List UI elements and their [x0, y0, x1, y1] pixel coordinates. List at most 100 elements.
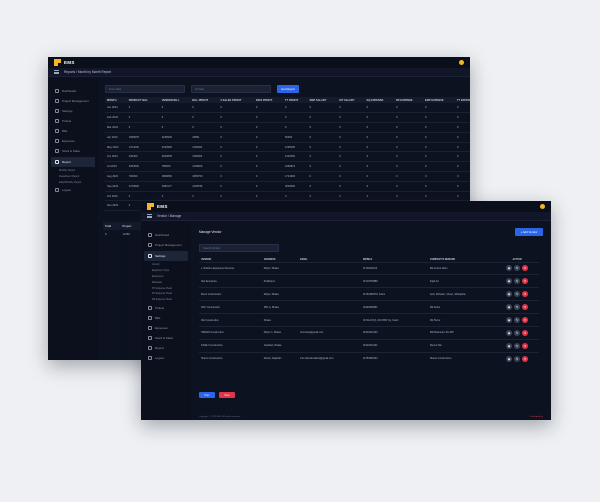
delete-icon[interactable]: ✕: [522, 317, 529, 323]
folder-icon: [55, 99, 59, 103]
edit-icon[interactable]: ✎: [514, 291, 521, 298]
table-cell: 0: [253, 161, 283, 173]
sidebar-item-label: Dashboard: [62, 89, 77, 93]
table-cell: 0: [307, 151, 338, 163]
delete-icon[interactable]: ✕: [522, 291, 529, 298]
delete-icon[interactable]: ✕: [522, 355, 529, 362]
wallet-icon: [148, 325, 152, 330]
sidebar-item-label: Tickets: [62, 119, 72, 123]
action-buttons: ◉ ✎ ✕: [506, 265, 529, 272]
chart-icon: [55, 160, 59, 164]
sidebar-item-report[interactable]: Report: [141, 343, 191, 353]
table-cell: 0: [159, 191, 191, 202]
view-icon[interactable]: ◉: [506, 329, 513, 336]
table-cell: 0: [282, 122, 308, 133]
sidebar-item-stock-sales[interactable]: Stock & Sales: [141, 333, 191, 343]
sidebar-item-tickets[interactable]: Tickets: [48, 116, 98, 126]
edit-icon[interactable]: ✎: [514, 342, 521, 349]
table-cell: 3940805: [159, 151, 191, 163]
table-cell: May 2023: [105, 142, 127, 153]
sidebar-item-label: Dashboard: [155, 233, 170, 237]
delete-icon[interactable]: ✕: [522, 329, 529, 336]
sidebar-item-settings[interactable]: Settings: [48, 106, 98, 116]
user-avatar-icon[interactable]: [540, 204, 545, 209]
to-date-input[interactable]: To Date: [191, 85, 271, 93]
edit-icon[interactable]: ✎: [514, 265, 521, 272]
table-cell: 0: [105, 232, 107, 236]
table-cell: Mirpur, Dhaka: [261, 261, 299, 275]
table-cell: 0: [393, 161, 424, 173]
sidebar-item-label: Report: [62, 160, 71, 164]
delete-icon[interactable]: ✕: [522, 342, 529, 349]
sidebar-item-expenses[interactable]: Expenses: [141, 323, 191, 333]
dashboard-icon: [148, 233, 152, 237]
table-cell: [298, 287, 361, 301]
search-input[interactable]: Search Vendor: [199, 244, 279, 252]
edit-icon[interactable]: ✎: [514, 304, 521, 311]
hamburger-menu-icon[interactable]: [147, 214, 152, 218]
table-cell: 0: [393, 151, 424, 163]
view-icon[interactable]: ◉: [506, 304, 513, 311]
table-cell: 2166536: [190, 181, 219, 192]
table-cell: 0: [337, 103, 365, 114]
view-icon[interactable]: ◉: [506, 278, 513, 285]
edit-icon[interactable]: ✎: [514, 355, 521, 362]
table-cell: 0: [337, 112, 365, 124]
table-cell: 0: [454, 171, 470, 182]
developer-credit[interactable]: Developed by: [530, 416, 543, 418]
prev-button[interactable]: Prev: [199, 392, 215, 398]
table-cell: Munna Tak: [427, 338, 496, 353]
table-cell: 0: [253, 132, 283, 143]
table-cell: 01710578888: [360, 274, 428, 288]
user-avatar-icon[interactable]: [459, 60, 464, 65]
sidebar-item-label: Settings: [155, 254, 166, 258]
sidebar-item-settings[interactable]: Settings: [144, 251, 188, 261]
sidebar-item-logout[interactable]: Logout: [48, 185, 98, 195]
sidebar-item-dashboard[interactable]: Dashboard: [141, 230, 191, 240]
get-report-button[interactable]: Get Report: [277, 85, 299, 93]
sidebar-item-stock-sales[interactable]: Stock & Sales: [48, 146, 98, 156]
add-vendor-button[interactable]: + Add Vendor: [515, 228, 543, 236]
table-cell: 0: [393, 122, 424, 133]
table-cell: 0: [218, 161, 254, 173]
next-button[interactable]: Next: [219, 392, 235, 398]
table-row: Oct 20230000000000000: [105, 191, 470, 202]
sidebar-item-expenses[interactable]: Expenses: [48, 136, 98, 146]
delete-icon[interactable]: ✕: [522, 278, 529, 285]
edit-icon[interactable]: ✎: [514, 317, 521, 323]
sidebar-item-logout[interactable]: Logout: [141, 353, 191, 363]
sidebar-item-report[interactable]: Report: [51, 157, 95, 167]
footer: Copyright © 2023 EMS. All rights reserve…: [141, 414, 551, 420]
file-icon: [55, 129, 59, 133]
delete-icon[interactable]: ✕: [522, 265, 529, 272]
sidebar-item-project-management[interactable]: Project Management: [48, 96, 98, 106]
table-cell: Jan 2023: [105, 103, 127, 114]
delete-icon[interactable]: ✕: [522, 304, 529, 311]
table-cell: 0: [190, 103, 219, 114]
logo[interactable]: EMS: [141, 203, 195, 210]
sidebar-item-project-management[interactable]: Project Management: [141, 240, 191, 250]
edit-icon[interactable]: ✎: [514, 329, 521, 336]
view-icon[interactable]: ◉: [506, 342, 513, 349]
table-cell: 0: [190, 191, 219, 202]
table-cell: 1665678: [126, 132, 160, 143]
view-icon[interactable]: ◉: [506, 355, 513, 362]
view-icon[interactable]: ◉: [506, 291, 513, 298]
sidebar-item-dashboard[interactable]: Dashboard: [48, 86, 98, 96]
table-cell: 0: [307, 181, 338, 192]
hamburger-menu-icon[interactable]: [54, 70, 59, 74]
table-cell: 1222500: [282, 151, 308, 163]
from-date-input[interactable]: From Date: [105, 85, 185, 93]
table-cell: 0: [307, 122, 338, 133]
sidebar-item-tickets[interactable]: Tickets: [141, 303, 191, 313]
action-cell: ◉ ✎ ✕: [495, 325, 539, 340]
logo[interactable]: EMS: [48, 59, 102, 66]
top-bar: EMS: [141, 201, 551, 212]
view-icon[interactable]: ◉: [506, 265, 513, 272]
sidebar-item-bills[interactable]: Bills: [48, 126, 98, 136]
edit-icon[interactable]: ✎: [514, 278, 521, 285]
top-bar: EMS: [48, 57, 470, 68]
view-icon[interactable]: ◉: [506, 317, 513, 323]
sidebar-item-bills[interactable]: Bills: [141, 313, 191, 323]
table-cell: 0: [393, 171, 424, 182]
